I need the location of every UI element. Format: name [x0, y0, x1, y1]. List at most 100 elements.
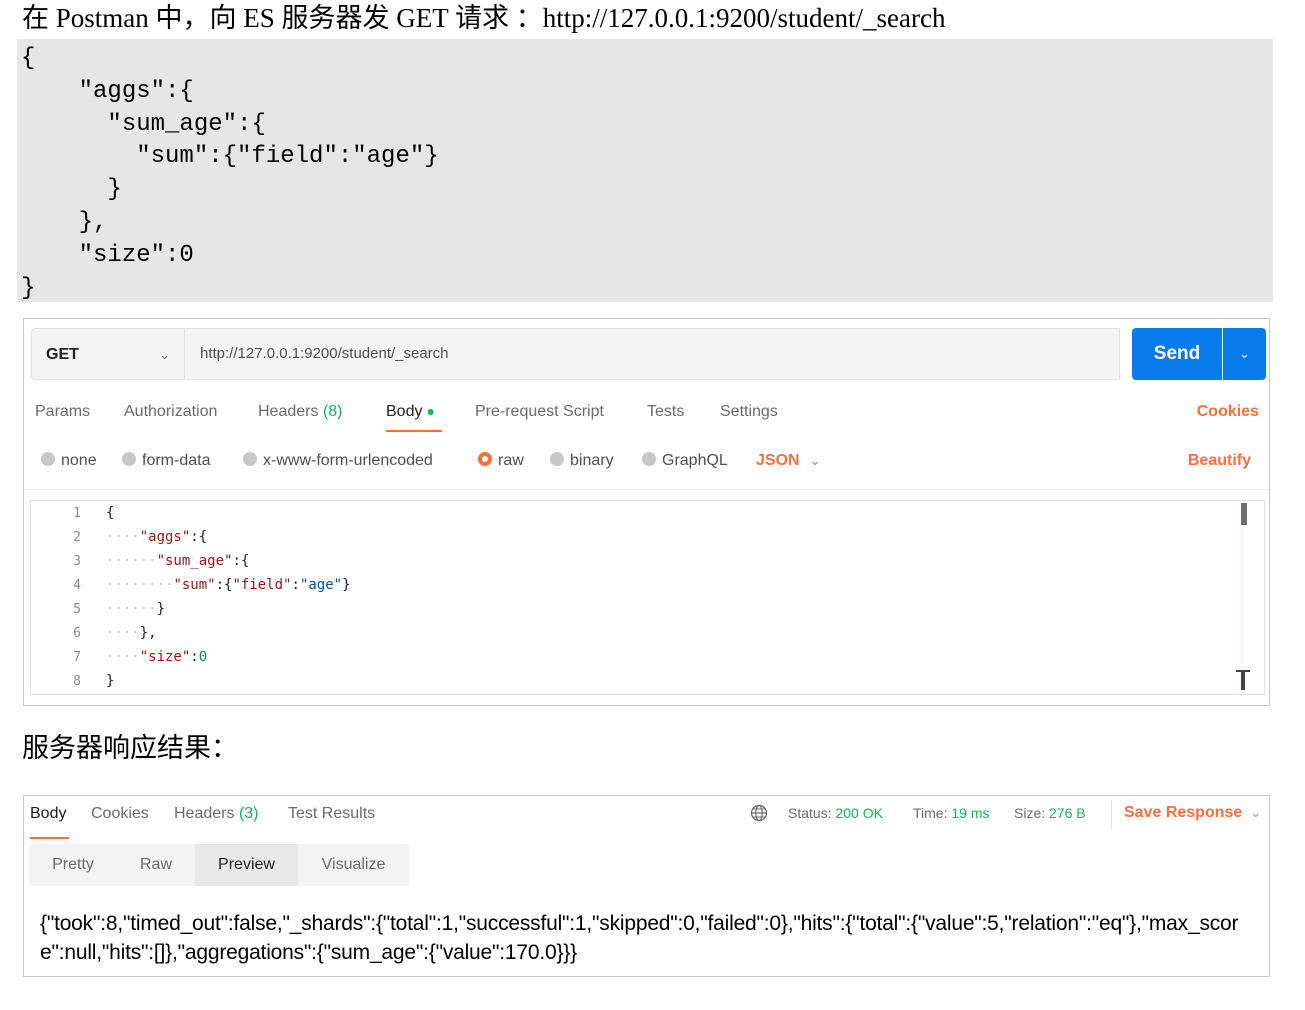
code-text: }	[106, 673, 115, 689]
radio-raw[interactable]: raw	[478, 452, 524, 470]
url-input[interactable]: http://127.0.0.1:9200/student/_search	[184, 328, 1120, 380]
code-line: "sum":{"field":"age"}	[21, 143, 439, 171]
code-key: "sum_age"	[156, 553, 233, 569]
code-line: "sum_age":{	[21, 110, 266, 138]
radio-label: raw	[498, 452, 524, 469]
code-line: "aggs":{	[21, 77, 194, 105]
tab-body-label: Body	[386, 403, 423, 420]
code-string: "age"	[299, 577, 343, 593]
tab-response-headers[interactable]: Headers (3)	[174, 805, 259, 823]
tab-response-cookies[interactable]: Cookies	[91, 805, 149, 823]
code-text: {	[106, 505, 115, 521]
editor-code-line: ······}	[106, 601, 166, 617]
active-tab-indicator	[386, 430, 442, 432]
modified-dot-icon: ●	[426, 403, 435, 419]
status-value[interactable]: 200 OK	[835, 805, 882, 821]
tab-pre-request-script[interactable]: Pre-request Script	[475, 403, 604, 421]
url-bar: GET ⌄ http://127.0.0.1:9200/student/_sea…	[31, 328, 1267, 380]
radio-selected-icon	[478, 452, 492, 466]
size-value[interactable]: 276 B	[1049, 805, 1086, 821]
view-preview-button[interactable]: Preview	[195, 844, 298, 886]
radio-graphql[interactable]: GraphQL	[642, 452, 728, 470]
save-response-button[interactable]: Save Response ⌄	[1124, 804, 1261, 822]
view-visualize-button[interactable]: Visualize	[298, 844, 409, 886]
line-number: 6	[73, 626, 81, 641]
request-panel: GET ⌄ http://127.0.0.1:9200/student/_sea…	[23, 318, 1270, 706]
editor-scrollbar[interactable]	[1239, 503, 1244, 689]
tab-headers-label: Headers	[174, 805, 235, 822]
radio-form-data[interactable]: form-data	[122, 452, 210, 470]
response-tabs: Body Cookies Headers (3) Test Results St…	[24, 800, 1269, 839]
request-tabs: Params Authorization Headers (8) Body ● P…	[24, 399, 1269, 432]
tab-settings[interactable]: Settings	[720, 403, 778, 421]
radio-icon	[550, 452, 564, 466]
line-number: 1	[73, 506, 81, 521]
divider	[1111, 800, 1112, 830]
tab-body[interactable]: Body ●	[386, 403, 435, 421]
indent-guide: ····	[106, 529, 140, 545]
tab-tests[interactable]: Tests	[647, 403, 684, 421]
line-number: 3	[73, 554, 81, 569]
headers-count: (8)	[322, 403, 343, 420]
tab-params[interactable]: Params	[35, 403, 90, 421]
code-line: },	[21, 208, 108, 236]
response-heading: 服务器响应结果：	[22, 733, 238, 763]
radio-label: x-www-form-urlencoded	[263, 452, 433, 469]
tab-response-body[interactable]: Body	[30, 805, 66, 823]
body-editor[interactable]: 1 2 3 4 5 6 7 8 { ····"aggs":{ ······"su…	[30, 500, 1265, 695]
scrollbar-thumb[interactable]	[1241, 503, 1247, 525]
code-key: "size"	[139, 649, 191, 665]
chevron-down-icon: ⌄	[1250, 805, 1262, 820]
code-line: }	[21, 274, 36, 302]
indent-guide: ····	[106, 625, 140, 641]
response-view-switcher: Pretty Raw Preview Visualize	[29, 844, 409, 886]
tab-test-results[interactable]: Test Results	[288, 805, 375, 823]
method-label: GET	[46, 346, 79, 363]
radio-urlencoded[interactable]: x-www-form-urlencoded	[243, 452, 433, 470]
response-body-text: {"took":8,"timed_out":false,"_shards":{"…	[40, 912, 1239, 964]
send-button[interactable]: Send	[1132, 328, 1222, 380]
cookies-link[interactable]: Cookies	[1197, 403, 1259, 421]
body-type-options: none form-data x-www-form-urlencoded raw…	[24, 447, 1269, 477]
method-select[interactable]: GET ⌄	[31, 328, 184, 380]
radio-none[interactable]: none	[41, 452, 97, 470]
editor-code-line: ····"size":0	[106, 649, 208, 665]
radio-label: form-data	[142, 452, 211, 469]
code-key: "sum"	[173, 577, 216, 593]
format-label: JSON	[756, 452, 800, 469]
tab-headers-label: Headers	[258, 403, 319, 420]
time-label: Time:	[913, 805, 948, 821]
time-value[interactable]: 19 ms	[951, 805, 989, 821]
radio-icon	[243, 452, 257, 466]
radio-icon	[41, 452, 55, 466]
view-pretty-button[interactable]: Pretty	[29, 844, 117, 886]
time-info: Time: 19 ms	[913, 805, 990, 821]
indent-guide: ······	[106, 601, 157, 617]
divider	[24, 489, 1269, 490]
editor-code-line: {	[106, 505, 114, 521]
beautify-link[interactable]: Beautify	[1188, 452, 1251, 470]
chevron-down-icon: ⌄	[1239, 346, 1250, 361]
editor-code-line: ······"sum_age":{	[106, 553, 250, 569]
globe-icon[interactable]	[750, 804, 768, 822]
format-select[interactable]: JSON ⌄	[756, 452, 820, 470]
radio-icon	[642, 452, 656, 466]
line-number: 7	[73, 650, 81, 665]
active-tab-indicator	[30, 837, 69, 839]
code-line: "size":0	[21, 241, 194, 269]
line-number: 2	[73, 530, 81, 545]
send-dropdown-button[interactable]: ⌄	[1223, 328, 1266, 380]
chevron-down-icon: ⌄	[159, 347, 170, 362]
view-raw-button[interactable]: Raw	[117, 844, 195, 886]
doc-heading: 在 Postman 中，向 ES 服务器发 GET 请求 ：http://127…	[22, 3, 946, 33]
code-line: }	[21, 176, 122, 204]
editor-code-line: ····},	[106, 625, 157, 641]
tab-authorization[interactable]: Authorization	[124, 403, 217, 421]
code-number: 0	[198, 649, 208, 665]
tab-headers[interactable]: Headers (8)	[258, 403, 343, 421]
editor-code-line: }	[106, 673, 114, 689]
radio-binary[interactable]: binary	[550, 452, 614, 470]
indent-guide: ········	[106, 577, 174, 593]
indent-guide: ······	[106, 553, 157, 569]
chevron-down-icon: ⌄	[809, 453, 821, 468]
